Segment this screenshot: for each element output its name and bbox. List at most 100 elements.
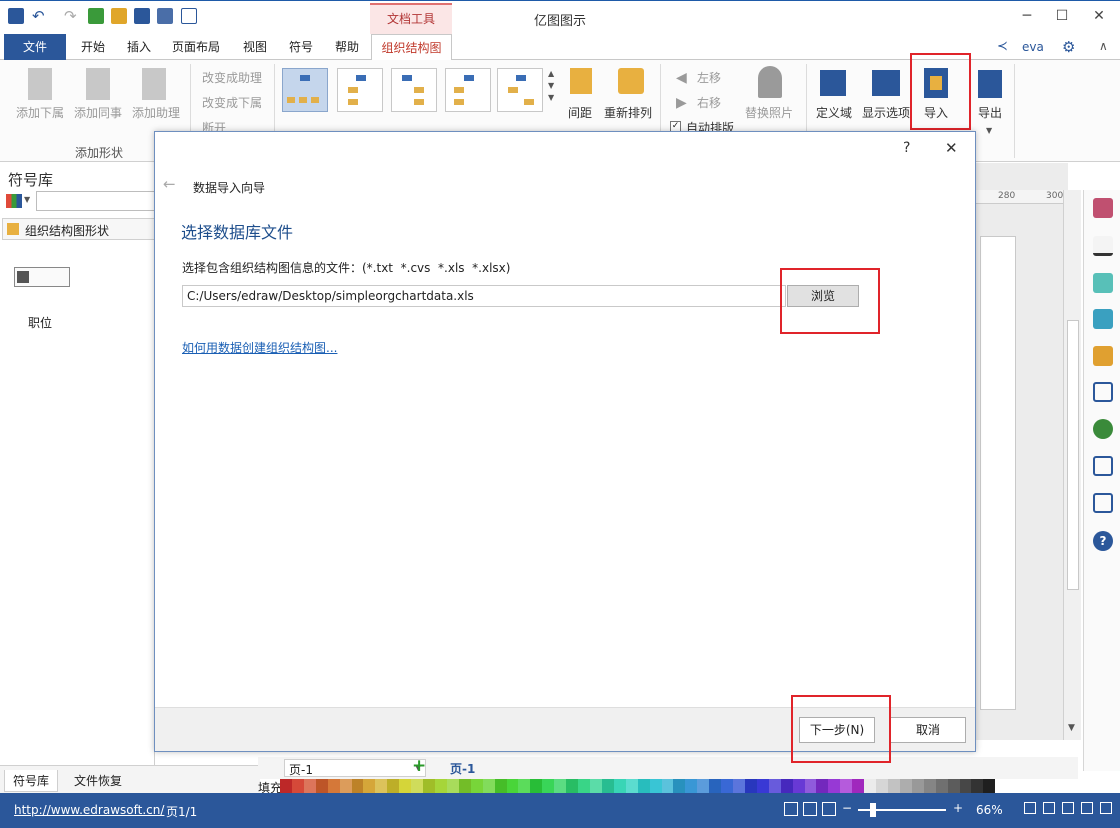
define-field-button[interactable]: 定义域 xyxy=(816,104,852,121)
tab-page-layout[interactable]: 页面布局 xyxy=(168,34,224,60)
scrollbar-thumb[interactable] xyxy=(1067,320,1079,590)
tab-file[interactable]: 文件 xyxy=(4,34,66,60)
page-icon[interactable] xyxy=(1093,382,1113,402)
color-swatch[interactable] xyxy=(554,779,567,793)
color-swatch[interactable] xyxy=(578,779,590,793)
color-swatch[interactable] xyxy=(983,779,996,793)
display-options-button[interactable]: 显示选项 xyxy=(862,104,910,121)
shadow-icon[interactable] xyxy=(1093,273,1113,293)
fit-page-icon[interactable] xyxy=(1024,802,1036,814)
minimize-icon[interactable]: ─ xyxy=(1012,5,1042,27)
color-swatch[interactable] xyxy=(625,779,638,793)
color-swatch[interactable] xyxy=(733,779,745,793)
zoom-in-button[interactable]: + xyxy=(953,801,963,815)
color-swatch[interactable] xyxy=(351,779,364,793)
website-link[interactable]: http://www.edrawsoft.cn/ xyxy=(14,803,164,817)
color-swatch[interactable] xyxy=(518,779,531,793)
color-swatch[interactable] xyxy=(816,779,829,793)
color-swatch[interactable] xyxy=(399,779,412,793)
color-swatch[interactable] xyxy=(434,779,447,793)
fullscreen-icon[interactable] xyxy=(1081,802,1093,814)
color-swatch[interactable] xyxy=(542,779,555,793)
fill-bucket-icon[interactable] xyxy=(1093,198,1113,218)
library-dropdown-icon[interactable]: ▼ xyxy=(24,195,30,204)
color-swatch[interactable] xyxy=(959,779,972,793)
grid-icon[interactable] xyxy=(1062,802,1074,814)
color-swatch[interactable] xyxy=(756,779,769,793)
color-swatch[interactable] xyxy=(911,779,924,793)
maximize-icon[interactable]: ☐ xyxy=(1047,5,1077,27)
color-swatch[interactable] xyxy=(280,779,292,793)
color-swatch[interactable] xyxy=(315,779,328,793)
add-assistant-button[interactable]: 添加助理 xyxy=(132,104,180,121)
tab-help[interactable]: 帮助 xyxy=(330,34,364,60)
vertical-scrollbar[interactable]: ▼ xyxy=(1063,190,1081,740)
normal-view-icon[interactable] xyxy=(784,802,798,816)
change-to-assistant-button[interactable]: 改变成助理 xyxy=(202,69,262,86)
add-peer-button[interactable]: 添加同事 xyxy=(74,104,122,121)
color-swatch[interactable] xyxy=(506,779,519,793)
color-swatch[interactable] xyxy=(888,779,900,793)
move-left-button[interactable]: 左移 xyxy=(697,69,721,86)
color-swatch[interactable] xyxy=(721,779,734,793)
color-swatch[interactable] xyxy=(589,779,602,793)
color-swatch[interactable] xyxy=(327,779,340,793)
export-button[interactable]: 导出 xyxy=(978,104,1002,121)
add-subordinate-button[interactable]: 添加下属 xyxy=(16,104,64,121)
comment-icon[interactable] xyxy=(1093,493,1113,513)
page-tab[interactable]: 页-1 xyxy=(450,760,475,777)
color-swatch[interactable] xyxy=(899,779,912,793)
help-link[interactable]: 如何用数据创建组织结构图... xyxy=(182,339,337,356)
color-swatch[interactable] xyxy=(780,779,793,793)
add-page-icon[interactable]: + xyxy=(412,756,426,776)
layout-style-5-icon[interactable] xyxy=(497,68,543,112)
color-swatch[interactable] xyxy=(470,779,483,793)
attachment-icon[interactable] xyxy=(1093,456,1113,476)
presentation-view-icon[interactable] xyxy=(822,802,836,816)
layout-style-1-icon[interactable] xyxy=(282,68,328,112)
symbol-search-input[interactable] xyxy=(36,191,156,211)
color-swatch[interactable] xyxy=(291,779,304,793)
replace-photo-button[interactable]: 替换照片 xyxy=(745,104,793,121)
help-icon[interactable]: ? xyxy=(1093,531,1113,551)
layout-style-2-icon[interactable] xyxy=(337,68,383,112)
color-swatch[interactable] xyxy=(971,779,984,793)
color-swatch[interactable] xyxy=(649,779,662,793)
page-sheet[interactable] xyxy=(980,236,1016,710)
color-swatch[interactable] xyxy=(792,779,805,793)
move-right-button[interactable]: 右移 xyxy=(697,94,721,111)
color-swatch[interactable] xyxy=(804,779,817,793)
user-name[interactable]: eva xyxy=(1022,40,1044,54)
expand-icon[interactable] xyxy=(1100,802,1112,814)
color-swatch[interactable] xyxy=(566,779,579,793)
color-swatch[interactable] xyxy=(423,779,435,793)
zoom-slider-handle[interactable] xyxy=(870,803,876,817)
cancel-button[interactable]: 取消 xyxy=(890,717,966,743)
color-swatch[interactable] xyxy=(411,779,424,793)
settings-gear-icon[interactable]: ⚙ xyxy=(1062,39,1075,55)
color-swatch[interactable] xyxy=(840,779,853,793)
tab-org-chart[interactable]: 组织结构图 xyxy=(371,34,452,61)
share-icon[interactable]: ≺ xyxy=(997,40,1011,54)
globe-icon[interactable] xyxy=(1093,419,1113,439)
color-swatch[interactable] xyxy=(661,779,674,793)
help-button[interactable]: ? xyxy=(903,140,910,156)
zoom-out-button[interactable]: − xyxy=(842,801,852,815)
color-swatch[interactable] xyxy=(744,779,757,793)
layout-style-3-icon[interactable] xyxy=(391,68,437,112)
color-swatch[interactable] xyxy=(947,779,960,793)
library-grid-icon[interactable] xyxy=(6,194,22,208)
color-swatch[interactable] xyxy=(685,779,698,793)
symbol-category-header[interactable]: 组织结构图形状 xyxy=(2,218,155,240)
color-swatch[interactable] xyxy=(363,779,376,793)
spacing-button[interactable]: 间距 xyxy=(568,104,592,121)
page-dropdown[interactable]: 页-1 ▼ xyxy=(284,759,426,777)
gallery-scroll-icon[interactable]: ▲ ▼ ▼ xyxy=(548,68,554,104)
color-swatch[interactable] xyxy=(768,779,781,793)
back-arrow-icon[interactable]: ← xyxy=(163,175,176,193)
fit-width-icon[interactable] xyxy=(1043,802,1055,814)
tab-home[interactable]: 开始 xyxy=(76,34,110,60)
color-swatch[interactable] xyxy=(458,779,471,793)
color-palette[interactable] xyxy=(280,779,996,793)
color-swatch[interactable] xyxy=(673,779,686,793)
